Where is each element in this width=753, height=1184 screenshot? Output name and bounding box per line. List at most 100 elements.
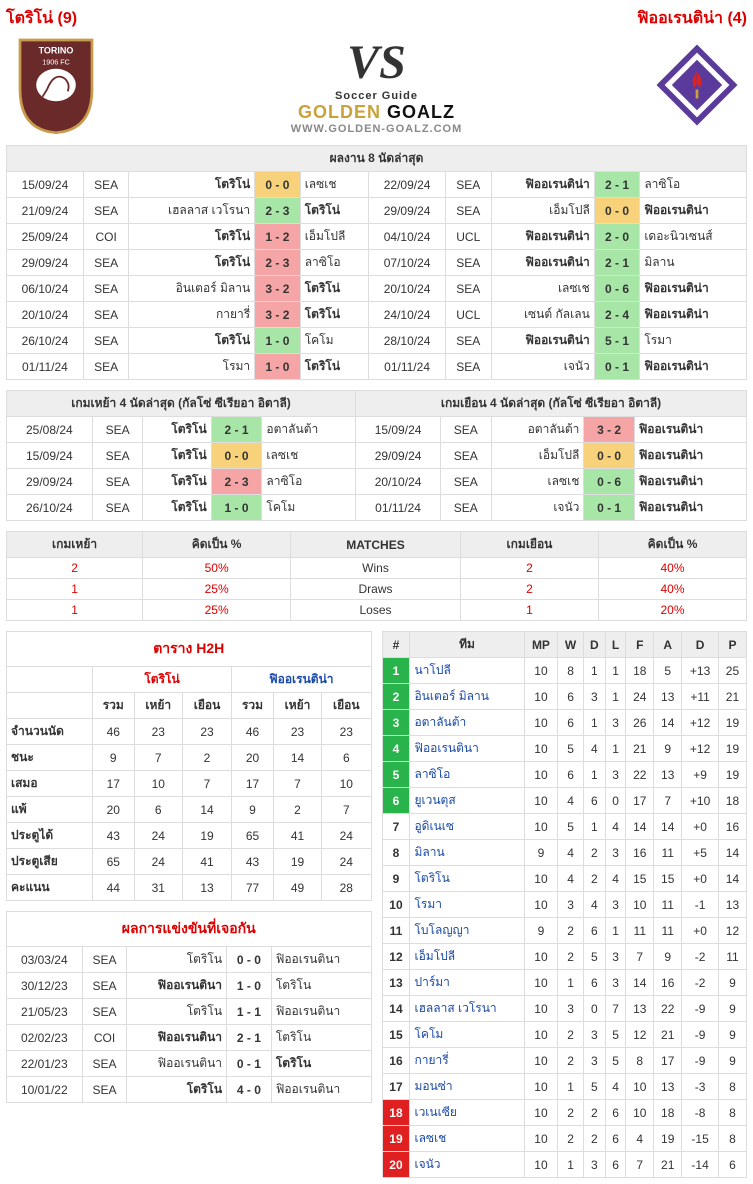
meeting-row: 03/03/24 SEA โตริโน 0 - 0 ฟิออเรนตินา: [7, 947, 372, 973]
standings-pos: 2: [382, 684, 410, 710]
standings-pos: 14: [382, 996, 410, 1022]
match-home: โตริโน่: [143, 469, 211, 495]
match-comp: SEA: [441, 417, 491, 443]
standings-row: 20 เจนัว 10136721-146: [382, 1152, 747, 1178]
match-home: โรมา: [129, 354, 255, 380]
last4-row: 29/09/24 SEA โตริโน่ 2 - 3 ลาซิโอ20/10/2…: [7, 469, 747, 495]
match-date: 25/08/24: [7, 417, 93, 443]
standings-team[interactable]: โคโม: [410, 1022, 524, 1048]
standings-team[interactable]: อตาลันต้า: [410, 710, 524, 736]
match-date: 20/10/24: [7, 302, 84, 328]
match-date: 21/05/23: [7, 999, 83, 1025]
standings-team[interactable]: โรมา: [410, 892, 524, 918]
standings-pos: 16: [382, 1048, 410, 1074]
match-score: 3 - 2: [584, 417, 634, 443]
standings-team[interactable]: ฟิออเรนตินา: [410, 736, 524, 762]
meeting-row: 10/01/22 SEA โตริโน 4 - 0 ฟิออเรนตินา: [7, 1077, 372, 1103]
standings-team[interactable]: ปาร์มา: [410, 970, 524, 996]
standings-col: F: [626, 632, 654, 658]
match-away: เอ็มโปลี: [300, 224, 368, 250]
match-home: เอ็มโปลี: [491, 443, 584, 469]
match-date: 22/09/24: [369, 172, 446, 198]
standings-team[interactable]: เอ็มโปลี: [410, 944, 524, 970]
meeting-row: 21/05/23 SEA โตริโน 1 - 1 ฟิออเรนตินา: [7, 999, 372, 1025]
match-away: ฟิออเรนติน่า: [640, 198, 747, 224]
match-comp: SEA: [441, 495, 491, 521]
standings-team[interactable]: เลซเช: [410, 1126, 524, 1152]
match-date: 29/09/24: [7, 250, 84, 276]
wld-col: เกมเยือน: [460, 532, 598, 558]
match-away: เดอะนิวเซนส์: [640, 224, 747, 250]
match-date: 01/11/24: [356, 495, 441, 521]
last8-row: 20/10/24 SEA กายารี่ 3 - 2 โตริโน่24/10/…: [7, 302, 747, 328]
standings-col: #: [382, 632, 410, 658]
match-score: 1 - 1: [227, 999, 272, 1025]
standings-team[interactable]: เจนัว: [410, 1152, 524, 1178]
match-date: 07/10/24: [369, 250, 446, 276]
standings-team[interactable]: โตริโน: [410, 866, 524, 892]
match-home: อตาลันต้า: [491, 417, 584, 443]
standings-team[interactable]: กายารี่: [410, 1048, 524, 1074]
last8-header: ผลงาน 8 นัดล่าสุด: [7, 146, 747, 172]
match-comp: SEA: [446, 276, 492, 302]
match-score: 0 - 0: [255, 172, 301, 198]
h2h-subcol: รวม: [92, 693, 134, 719]
match-comp: SEA: [82, 1051, 127, 1077]
match-score: 2 - 0: [594, 224, 640, 250]
standings-col: D: [583, 632, 605, 658]
standings-team[interactable]: ยูเวนตุส: [410, 788, 524, 814]
wld-table: เกมเหย้าคิดเป็น %MATCHESเกมเยือนคิดเป็น …: [6, 531, 747, 621]
wld-col: MATCHES: [291, 532, 461, 558]
standings-row: 8 มิลาน 94231611+514: [382, 840, 747, 866]
standings-pos: 10: [382, 892, 410, 918]
standings-team[interactable]: ลาซิโอ: [410, 762, 524, 788]
wld-col: คิดเป็น %: [143, 532, 291, 558]
match-home: ฟิออเรนติน่า: [491, 328, 594, 354]
meeting-row: 22/01/23 SEA ฟิออเรนตินา 0 - 1 โตริโน: [7, 1051, 372, 1077]
away-last4-header: เกมเยือน 4 นัดล่าสุด (กัลโซ่ ซีเรียอา อิ…: [356, 391, 747, 417]
match-home: ฟิออเรนตินา: [127, 1025, 227, 1051]
match-comp: SEA: [83, 250, 129, 276]
match-comp: SEA: [92, 495, 143, 521]
h2h-away-name: ฟิออเรนติน่า: [232, 667, 371, 693]
match-date: 10/01/22: [7, 1077, 83, 1103]
match-comp: SEA: [92, 417, 143, 443]
match-date: 26/10/24: [7, 495, 93, 521]
standings-team[interactable]: เวเนเซีย: [410, 1100, 524, 1126]
match-comp: SEA: [82, 999, 127, 1025]
svg-text:1906 FC: 1906 FC: [42, 57, 70, 66]
standings-pos: 6: [382, 788, 410, 814]
match-score: 0 - 1: [227, 1051, 272, 1077]
standings-team[interactable]: อินเตอร์ มิลาน: [410, 684, 524, 710]
standings-pos: 12: [382, 944, 410, 970]
standings-team[interactable]: นาโปลี: [410, 658, 524, 684]
match-date: 25/09/24: [7, 224, 84, 250]
meeting-row: 02/02/23 COI ฟิออเรนตินา 2 - 1 โตริโน: [7, 1025, 372, 1051]
match-comp: SEA: [83, 172, 129, 198]
match-comp: SEA: [82, 973, 127, 999]
standings-row: 13 ปาร์มา 101631416-29: [382, 970, 747, 996]
standings-team[interactable]: โบโลญญา: [410, 918, 524, 944]
match-date: 22/01/23: [7, 1051, 83, 1077]
standings-row: 17 มอนซ่า 101541013-38: [382, 1074, 747, 1100]
brand-logo: Soccer Guide GOLDEN GOALZ WWW.GOLDEN-GOA…: [291, 90, 463, 135]
match-date: 01/11/24: [7, 354, 84, 380]
h2h-subcol: รวม: [232, 693, 274, 719]
standings-team[interactable]: มิลาน: [410, 840, 524, 866]
match-home: ฟิออเรนติน่า: [491, 224, 594, 250]
last8-row: 29/09/24 SEA โตริโน่ 2 - 3 ลาซิโอ07/10/2…: [7, 250, 747, 276]
match-date: 06/10/24: [7, 276, 84, 302]
standings-team[interactable]: อูดิเนเซ: [410, 814, 524, 840]
match-away: โตริโน่: [300, 198, 368, 224]
match-home: โตริโน: [127, 999, 227, 1025]
standings-pos: 15: [382, 1022, 410, 1048]
match-score: 0 - 0: [211, 443, 262, 469]
last4-row: 26/10/24 SEA โตริโน่ 1 - 0 โคโม01/11/24 …: [7, 495, 747, 521]
match-home: เจนัว: [491, 495, 584, 521]
match-away: โตริโน: [271, 1025, 371, 1051]
standings-team[interactable]: มอนซ่า: [410, 1074, 524, 1100]
standings-col: L: [605, 632, 625, 658]
match-away: โคโม: [262, 495, 356, 521]
standings-team[interactable]: เฮลลาส เวโรนา: [410, 996, 524, 1022]
h2h-subcol: เยือน: [182, 693, 231, 719]
